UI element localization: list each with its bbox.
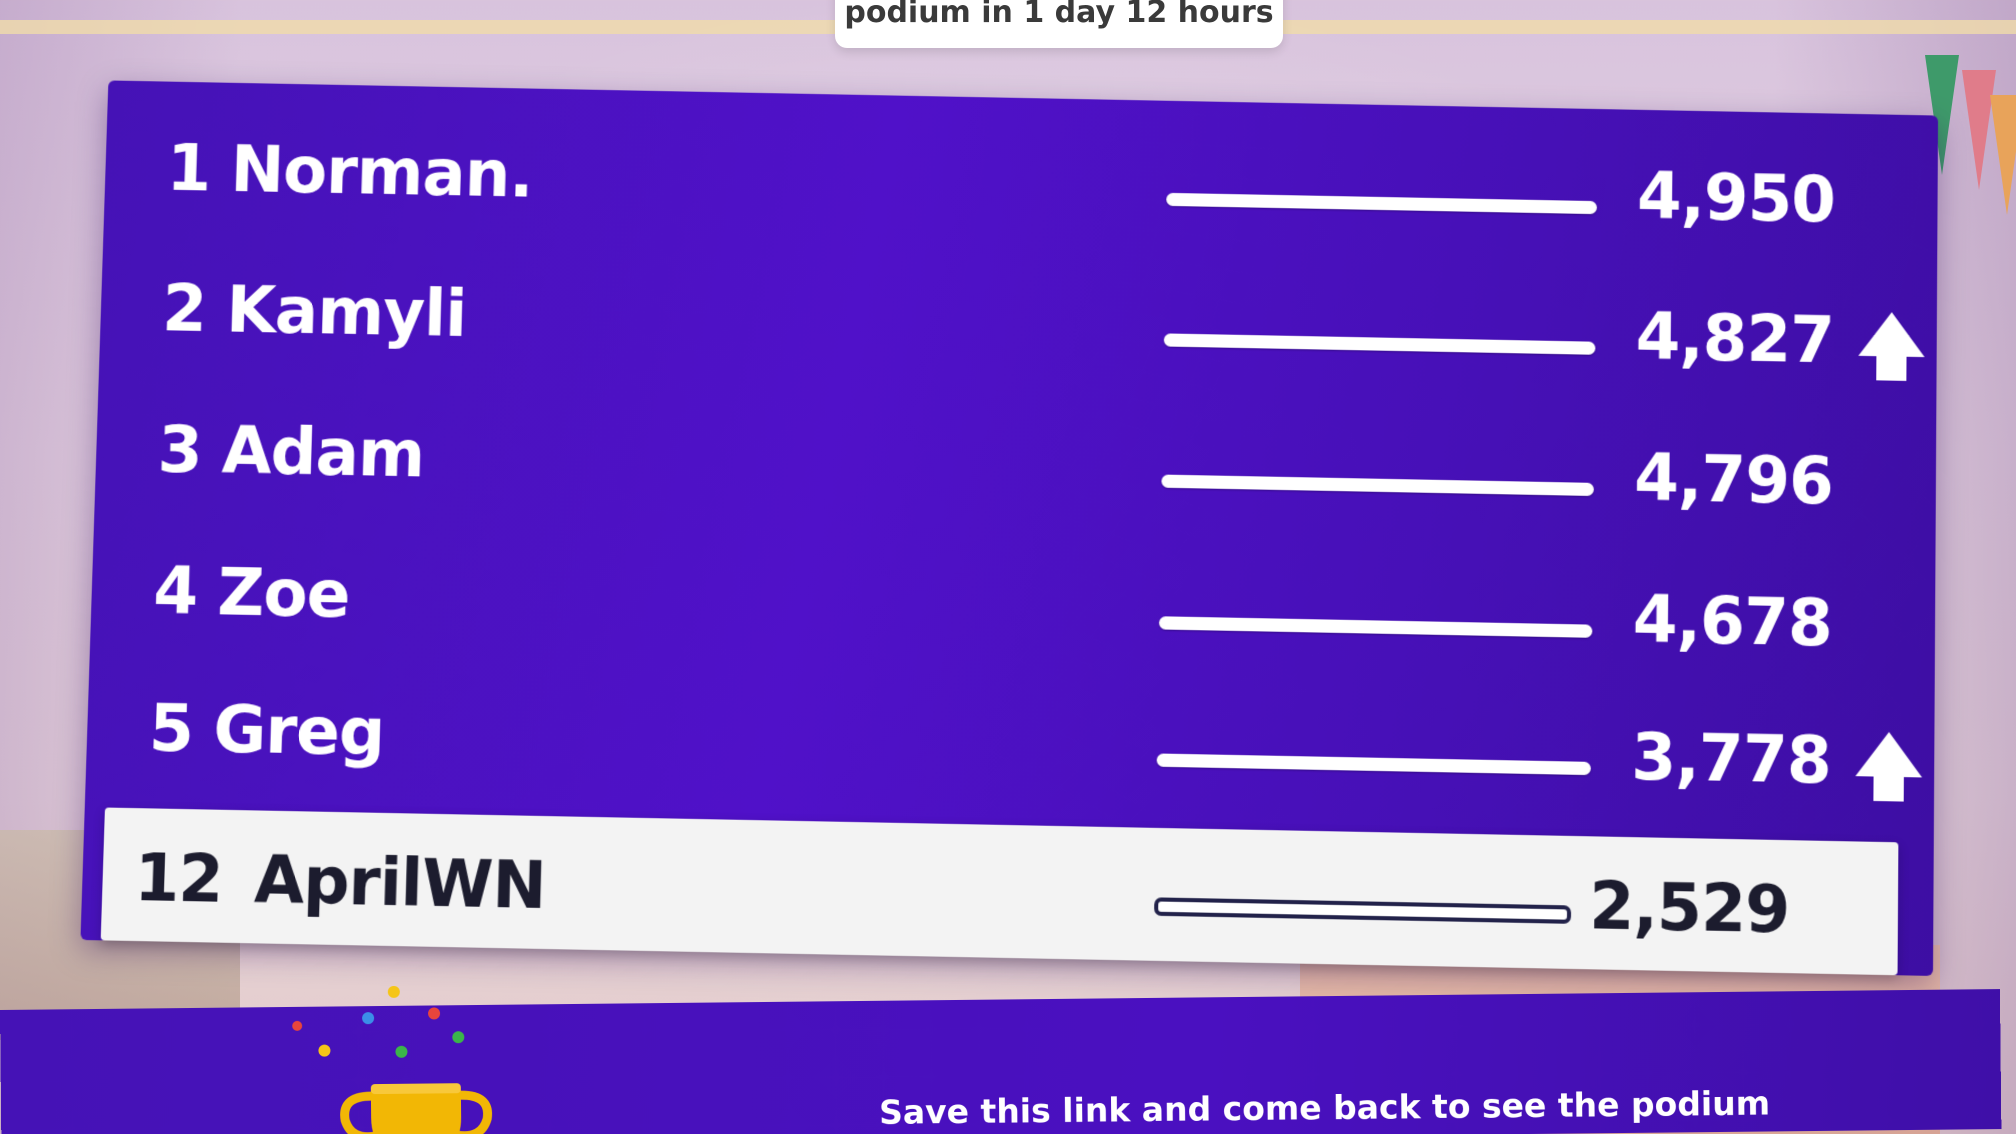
- row-score: 4,827: [1635, 300, 1835, 379]
- row-player-name: Greg: [212, 692, 386, 772]
- confetti: [395, 1045, 408, 1058]
- podium-timer-text: podium in 1 day 12 hours: [844, 0, 1274, 30]
- footer-message: Save this link and come back to see the …: [878, 1083, 1771, 1132]
- score-bar: [1156, 753, 1591, 776]
- row-rank: 4: [152, 554, 199, 631]
- score-bar: [1158, 616, 1593, 638]
- confetti: [318, 1044, 331, 1057]
- row-score: 4,950: [1636, 159, 1836, 238]
- row-score: 4,796: [1633, 441, 1834, 520]
- row-player-name: Zoe: [216, 555, 351, 634]
- row-rank: 2: [161, 271, 208, 348]
- row-score: 3,778: [1630, 719, 1831, 800]
- trophy-icon: [340, 1083, 493, 1134]
- confetti: [452, 1031, 465, 1044]
- confetti: [427, 1007, 441, 1020]
- up-arrow-icon: [1855, 731, 1923, 802]
- score-bar: [1161, 474, 1594, 497]
- up-arrow-icon: [1858, 311, 1925, 382]
- row-player-name: Kamyli: [225, 273, 468, 353]
- row-player-name: AprilWN: [253, 843, 547, 925]
- leaderboard-panel: 1 Norman. 4,950 2 Kamyli 4,827 3 Adam 4,…: [80, 80, 1939, 976]
- confetti: [292, 1020, 303, 1031]
- row-player-name: Norman.: [229, 132, 534, 213]
- row-score: 4,678: [1632, 582, 1832, 662]
- row-rank: 1: [165, 131, 212, 207]
- row-score: 2,529: [1588, 868, 1790, 949]
- row-rank: 3: [156, 412, 203, 489]
- score-bar: [1163, 333, 1596, 355]
- podium-timer: podium in 1 day 12 hours: [835, 0, 1283, 48]
- score-bar: [1154, 897, 1572, 924]
- row-rank: 12: [133, 840, 224, 919]
- confetti: [362, 1012, 375, 1025]
- row-player-name: Adam: [220, 414, 426, 493]
- confetti: [387, 985, 400, 998]
- footer-banner: Save this link and come back to see the …: [0, 985, 2002, 1134]
- score-bar: [1166, 192, 1597, 215]
- row-rank: 5: [147, 691, 195, 768]
